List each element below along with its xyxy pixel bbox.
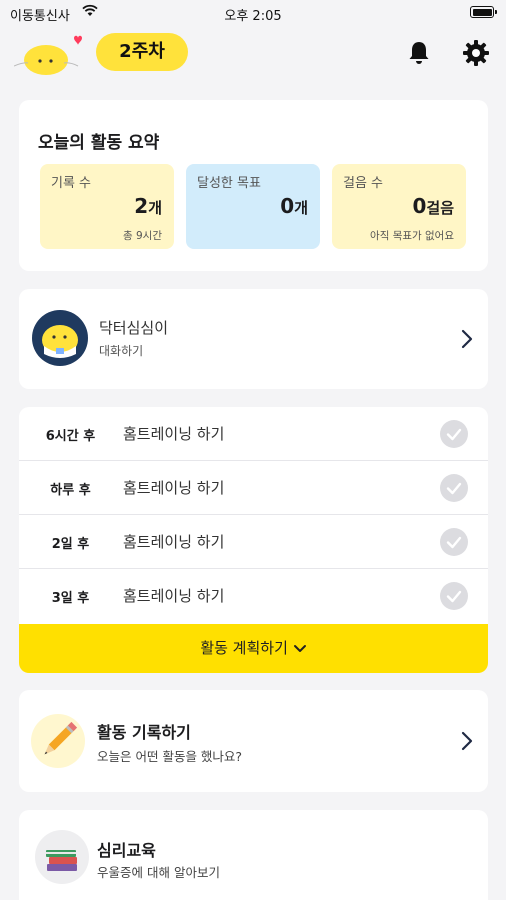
stat-steps[interactable]: 걸음 수 0걸음 아직 목표가 없어요 (332, 164, 466, 249)
doctor-name: 닥터심심이 (99, 319, 169, 337)
schedule-task: 홈트레이닝 하기 (123, 533, 225, 551)
stat-sub: 아직 목표가 없어요 (370, 230, 454, 242)
doctor-chat-card[interactable]: 닥터심심이 대화하기 (19, 289, 488, 389)
check-icon[interactable] (440, 582, 468, 610)
stat-value: 2개 (134, 194, 162, 218)
chevron-right-icon (461, 329, 473, 349)
education-subtitle: 우울증에 대해 알아보기 (97, 865, 220, 880)
schedule-row[interactable]: 6시간 후 홈트레이닝 하기 (19, 407, 488, 461)
schedule-when: 2일 후 (51, 537, 90, 552)
stat-label: 걸음 수 (343, 176, 384, 191)
stat-value: 0개 (280, 194, 308, 218)
record-subtitle: 오늘은 어떤 활동을 했나요? (97, 749, 243, 764)
stat-sub: 총 9시간 (123, 230, 162, 242)
schedule-row[interactable]: 3일 후 홈트레이닝 하기 (19, 569, 488, 623)
stat-records[interactable]: 기록 수 2개 총 9시간 (40, 164, 174, 249)
psychoeducation-card[interactable]: 심리교육 우울증에 대해 알아보기 (19, 810, 488, 900)
week-badge[interactable]: 2주차 (96, 33, 188, 71)
doctor-mascot-icon (42, 325, 78, 358)
summary-title: 오늘의 활동 요약 (38, 133, 160, 153)
pencil-icon (31, 714, 85, 768)
doctor-action: 대화하기 (99, 344, 144, 358)
stat-goals[interactable]: 달성한 목표 0개 (186, 164, 320, 249)
mascot-icon (14, 35, 82, 75)
bell-icon[interactable] (404, 38, 434, 68)
chevron-right-icon (461, 731, 473, 751)
plan-activity-label: 활동 계획하기 (200, 639, 288, 657)
status-time: 오후 2:05 (224, 9, 282, 24)
battery-icon (470, 6, 497, 18)
schedule-task: 홈트레이닝 하기 (123, 425, 225, 443)
schedule-row[interactable]: 2일 후 홈트레이닝 하기 (19, 515, 488, 569)
check-icon[interactable] (440, 528, 468, 556)
books-icon (35, 830, 89, 884)
schedule-when: 하루 후 (50, 483, 91, 498)
schedule-task: 홈트레이닝 하기 (123, 587, 225, 605)
plan-activity-button[interactable]: 활동 계획하기 (19, 624, 488, 673)
record-activity-card[interactable]: 활동 기록하기 오늘은 어떤 활동을 했나요? (19, 690, 488, 792)
chevron-down-icon (293, 644, 306, 652)
education-title: 심리교육 (97, 841, 156, 860)
stat-label: 달성한 목표 (197, 176, 261, 191)
gear-icon[interactable] (461, 38, 491, 68)
stat-label: 기록 수 (51, 176, 92, 191)
doctor-avatar (32, 310, 88, 366)
activity-summary-card: 오늘의 활동 요약 기록 수 2개 총 9시간 달성한 목표 0개 걸음 수 0… (19, 100, 488, 271)
app-header: 2주차 (0, 26, 506, 82)
schedule-when: 6시간 후 (45, 429, 96, 444)
status-bar: 이동통신사 오후 2:05 (0, 0, 506, 26)
schedule-when: 3일 후 (51, 591, 90, 606)
check-icon[interactable] (440, 420, 468, 448)
check-icon[interactable] (440, 474, 468, 502)
activity-schedule-card: 6시간 후 홈트레이닝 하기 하루 후 홈트레이닝 하기 2일 후 홈트레이닝 … (19, 407, 488, 673)
schedule-task: 홈트레이닝 하기 (123, 479, 225, 497)
schedule-row[interactable]: 하루 후 홈트레이닝 하기 (19, 461, 488, 515)
record-title: 활동 기록하기 (97, 723, 191, 742)
stat-value: 0걸음 (412, 194, 454, 218)
